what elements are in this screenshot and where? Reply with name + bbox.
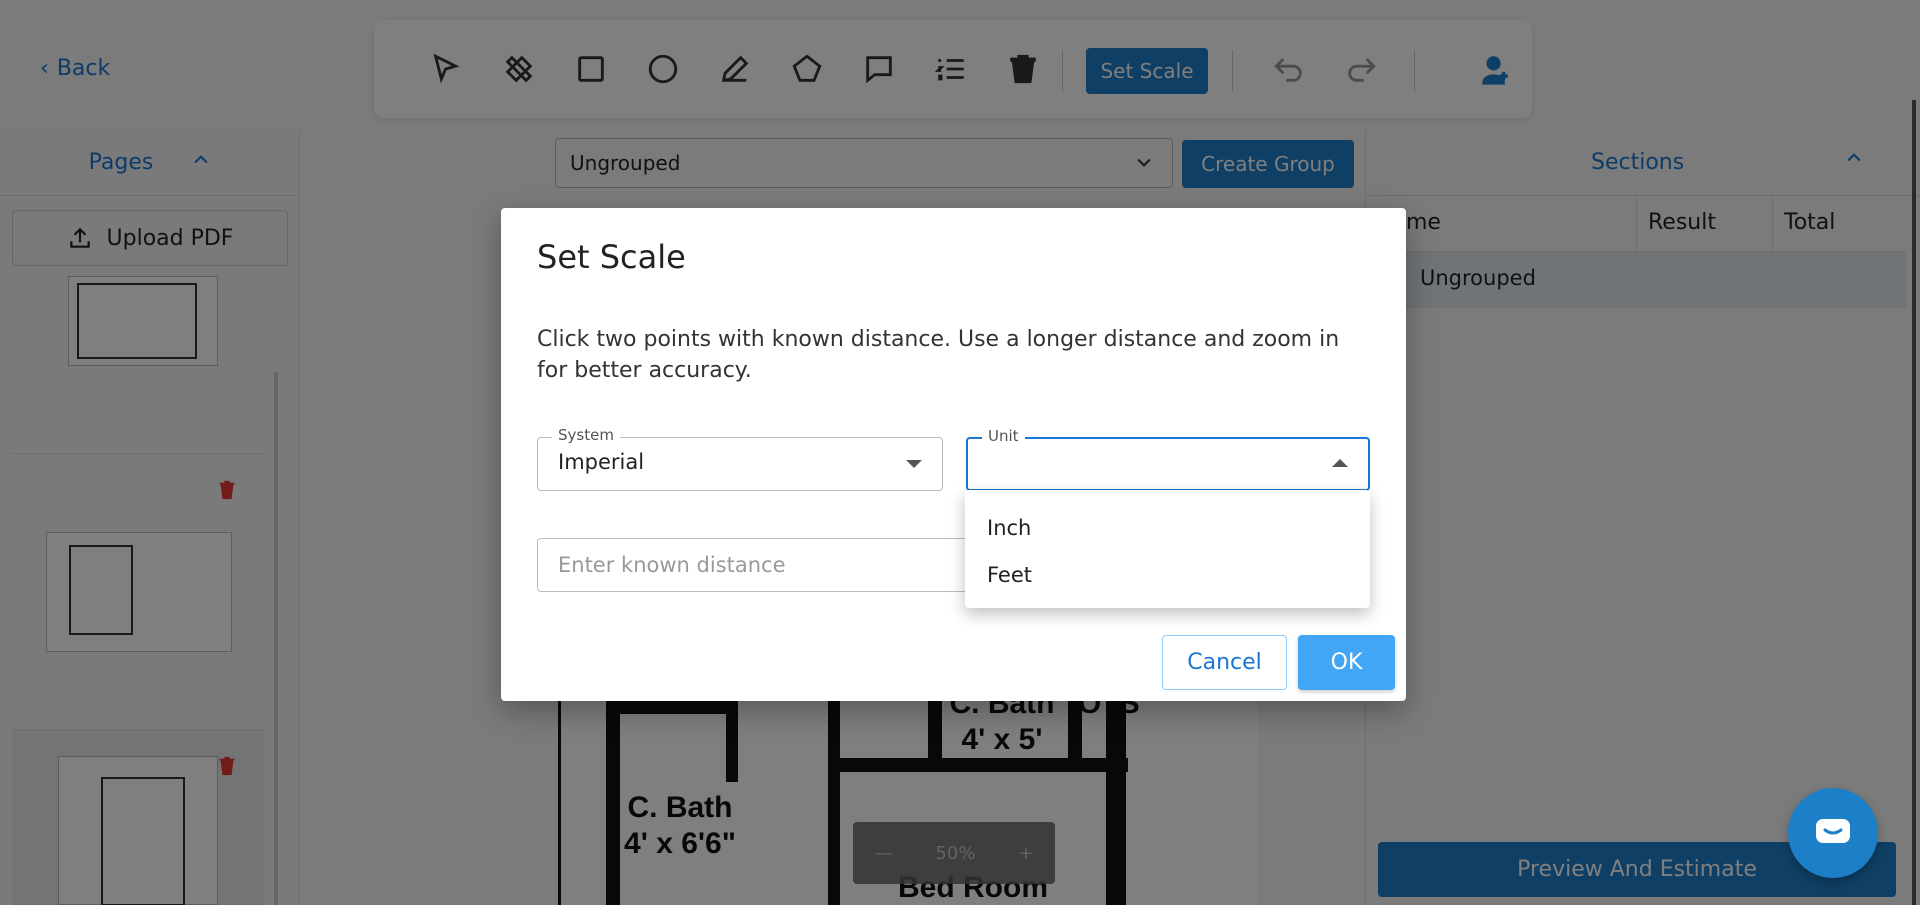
dialog-description: Click two points with known distance. Us…	[537, 327, 1340, 383]
chat-icon	[1816, 819, 1850, 843]
system-label: System	[552, 426, 620, 444]
caret-down-icon	[906, 460, 922, 468]
known-distance-input[interactable]	[537, 538, 1007, 592]
unit-option-inch[interactable]: Inch	[965, 504, 1370, 551]
unit-option-feet[interactable]: Feet	[965, 551, 1370, 598]
ok-button[interactable]: OK	[1298, 635, 1395, 690]
cancel-button[interactable]: Cancel	[1162, 635, 1287, 690]
dialog-title: Set Scale	[537, 238, 686, 276]
system-value: Imperial	[558, 450, 645, 474]
unit-select[interactable]: Unit	[966, 427, 1370, 491]
set-scale-dialog: Set Scale Click two points with known di…	[501, 208, 1406, 701]
unit-dropdown-menu: Inch Feet	[965, 490, 1370, 608]
caret-up-icon	[1332, 459, 1348, 467]
unit-label: Unit	[982, 427, 1025, 445]
chat-support-button[interactable]	[1788, 788, 1878, 878]
system-select[interactable]: System Imperial	[537, 426, 943, 491]
